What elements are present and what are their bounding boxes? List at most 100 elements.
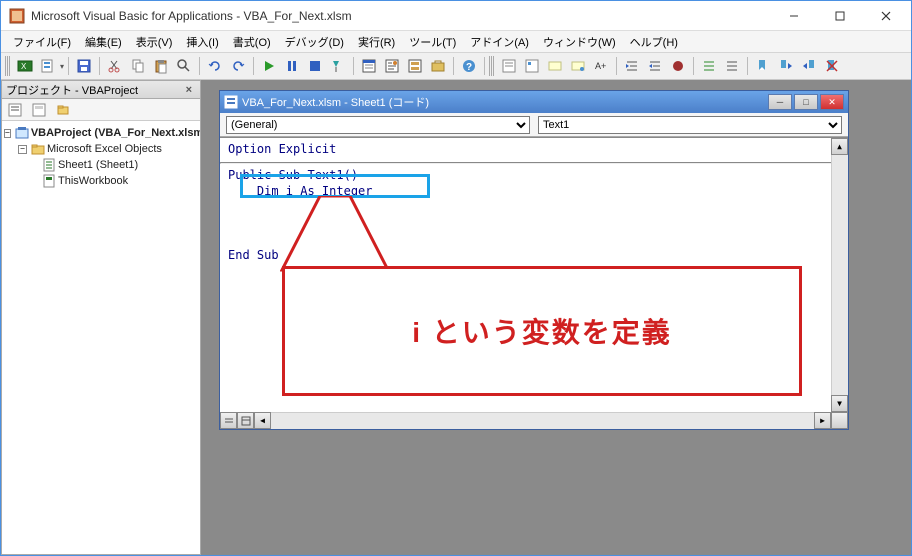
- tree-node-project[interactable]: − VBAProject (VBA_For_Next.xlsm): [4, 125, 198, 141]
- bookmark-toggle-button[interactable]: [752, 55, 774, 77]
- close-button[interactable]: [863, 2, 909, 30]
- code-window: VBA_For_Next.xlsm - Sheet1 (コード) ─ □ ✕ (…: [219, 90, 849, 430]
- window-title: Microsoft Visual Basic for Applications …: [31, 9, 771, 23]
- complete-word-button[interactable]: A+: [590, 55, 612, 77]
- menu-file[interactable]: ファイル(F): [7, 32, 77, 52]
- code-window-titlebar[interactable]: VBA_For_Next.xlsm - Sheet1 (コード) ─ □ ✕: [220, 91, 848, 113]
- annotation-callout-text: i という変数を定義: [412, 311, 672, 351]
- reset-button[interactable]: [304, 55, 326, 77]
- main-area: プロジェクト - VBAProject × − VBAProject (VBA_…: [1, 80, 911, 555]
- tree-label-workbook: ThisWorkbook: [58, 175, 128, 187]
- tree-label-sheet1: Sheet1 (Sheet1): [58, 159, 138, 171]
- project-panel-close-button[interactable]: ×: [182, 84, 196, 96]
- scroll-corner: [831, 412, 848, 429]
- tree-node-workbook[interactable]: ThisWorkbook: [4, 173, 198, 189]
- toolbar-grip[interactable]: [5, 56, 10, 76]
- menu-help[interactable]: ヘルプ(H): [624, 32, 684, 52]
- horizontal-scrollbar[interactable]: [254, 412, 831, 429]
- menu-addin[interactable]: アドイン(A): [464, 32, 535, 52]
- tree-node-objects[interactable]: − Microsoft Excel Objects: [4, 141, 198, 157]
- undo-button[interactable]: [204, 55, 226, 77]
- project-explorer-panel: プロジェクト - VBAProject × − VBAProject (VBA_…: [1, 80, 201, 555]
- project-tree[interactable]: − VBAProject (VBA_For_Next.xlsm) − Micro…: [2, 121, 200, 554]
- code-window-minimize-button[interactable]: ─: [768, 94, 792, 110]
- copy-button[interactable]: [127, 55, 149, 77]
- toggle-folders-button[interactable]: [52, 99, 74, 121]
- uncomment-block-button[interactable]: [721, 55, 743, 77]
- titlebar: Microsoft Visual Basic for Applications …: [1, 1, 911, 31]
- object-selector[interactable]: (General): [226, 116, 530, 134]
- design-mode-button[interactable]: [327, 55, 349, 77]
- annotation-callout-box: i という変数を定義: [282, 266, 802, 396]
- menu-run[interactable]: 実行(R): [352, 32, 401, 52]
- code-line: Option Explicit: [228, 142, 840, 158]
- break-button[interactable]: [281, 55, 303, 77]
- annotation-callout-arrow: [280, 196, 390, 272]
- scroll-up-button[interactable]: ▲: [831, 138, 848, 155]
- project-panel-title: プロジェクト - VBAProject: [6, 82, 138, 98]
- project-panel-toolbar: [2, 99, 200, 121]
- list-properties-button[interactable]: [498, 55, 520, 77]
- help-button[interactable]: ?: [458, 55, 480, 77]
- paste-button[interactable]: [150, 55, 172, 77]
- menubar: ファイル(F) 編集(E) 表示(V) 挿入(I) 書式(O) デバッグ(D) …: [1, 31, 911, 53]
- properties-button[interactable]: [381, 55, 403, 77]
- code-editor[interactable]: Option Explicit Public Sub Text1() Dim i…: [220, 137, 848, 429]
- save-button[interactable]: [73, 55, 95, 77]
- view-excel-button[interactable]: X: [14, 55, 36, 77]
- toolbar-grip-2[interactable]: [489, 56, 494, 76]
- toolbox-button[interactable]: [427, 55, 449, 77]
- procedure-view-button[interactable]: [220, 412, 237, 429]
- view-object-button[interactable]: [28, 99, 50, 121]
- scroll-right-button[interactable]: ▶: [814, 412, 831, 429]
- mdi-client-area: VBA_For_Next.xlsm - Sheet1 (コード) ─ □ ✕ (…: [201, 80, 911, 555]
- full-module-view-button[interactable]: [237, 412, 254, 429]
- tree-toggle-icon[interactable]: −: [4, 129, 11, 138]
- main-window: Microsoft Visual Basic for Applications …: [0, 0, 912, 556]
- bookmark-prev-button[interactable]: [798, 55, 820, 77]
- code-window-title: VBA_For_Next.xlsm - Sheet1 (コード): [242, 94, 429, 110]
- menu-debug[interactable]: デバッグ(D): [279, 32, 350, 52]
- minimize-button[interactable]: [771, 2, 817, 30]
- parameter-info-button[interactable]: [567, 55, 589, 77]
- svg-text:X: X: [21, 62, 27, 71]
- comment-block-button[interactable]: [698, 55, 720, 77]
- find-button[interactable]: [173, 55, 195, 77]
- tree-toggle-icon[interactable]: −: [18, 145, 27, 154]
- folder-icon: [31, 142, 45, 156]
- menu-tool[interactable]: ツール(T): [403, 32, 462, 52]
- workbook-icon: [42, 174, 56, 188]
- bookmark-next-button[interactable]: [775, 55, 797, 77]
- code-window-maximize-button[interactable]: □: [794, 94, 818, 110]
- menu-view[interactable]: 表示(V): [130, 32, 179, 52]
- menu-window[interactable]: ウィンドウ(W): [537, 32, 622, 52]
- scroll-down-button[interactable]: ▼: [831, 395, 848, 412]
- run-button[interactable]: [258, 55, 280, 77]
- svg-text:?: ?: [466, 62, 472, 73]
- tree-label-project: VBAProject (VBA_For_Next.xlsm): [31, 127, 200, 139]
- quick-info-button[interactable]: [544, 55, 566, 77]
- code-window-close-button[interactable]: ✕: [820, 94, 844, 110]
- maximize-button[interactable]: [817, 2, 863, 30]
- project-panel-header: プロジェクト - VBAProject ×: [2, 81, 200, 99]
- redo-button[interactable]: [227, 55, 249, 77]
- vertical-scrollbar[interactable]: ▲ ▼: [831, 138, 848, 412]
- cut-button[interactable]: [104, 55, 126, 77]
- procedure-selector[interactable]: Text1: [538, 116, 842, 134]
- menu-format[interactable]: 書式(O): [227, 32, 277, 52]
- indent-button[interactable]: [621, 55, 643, 77]
- insert-module-button[interactable]: [37, 55, 59, 77]
- view-code-button[interactable]: [4, 99, 26, 121]
- menu-edit[interactable]: 編集(E): [79, 32, 128, 52]
- scroll-left-button[interactable]: ◀: [254, 412, 271, 429]
- menu-insert[interactable]: 挿入(I): [180, 32, 224, 52]
- bookmark-clear-button[interactable]: [821, 55, 843, 77]
- object-browser-button[interactable]: [404, 55, 426, 77]
- project-explorer-button[interactable]: [358, 55, 380, 77]
- tree-label-objects: Microsoft Excel Objects: [47, 143, 162, 155]
- tree-node-sheet1[interactable]: Sheet1 (Sheet1): [4, 157, 198, 173]
- list-constants-button[interactable]: [521, 55, 543, 77]
- code-selectors: (General) Text1: [220, 113, 848, 137]
- breakpoint-button[interactable]: [667, 55, 689, 77]
- outdent-button[interactable]: [644, 55, 666, 77]
